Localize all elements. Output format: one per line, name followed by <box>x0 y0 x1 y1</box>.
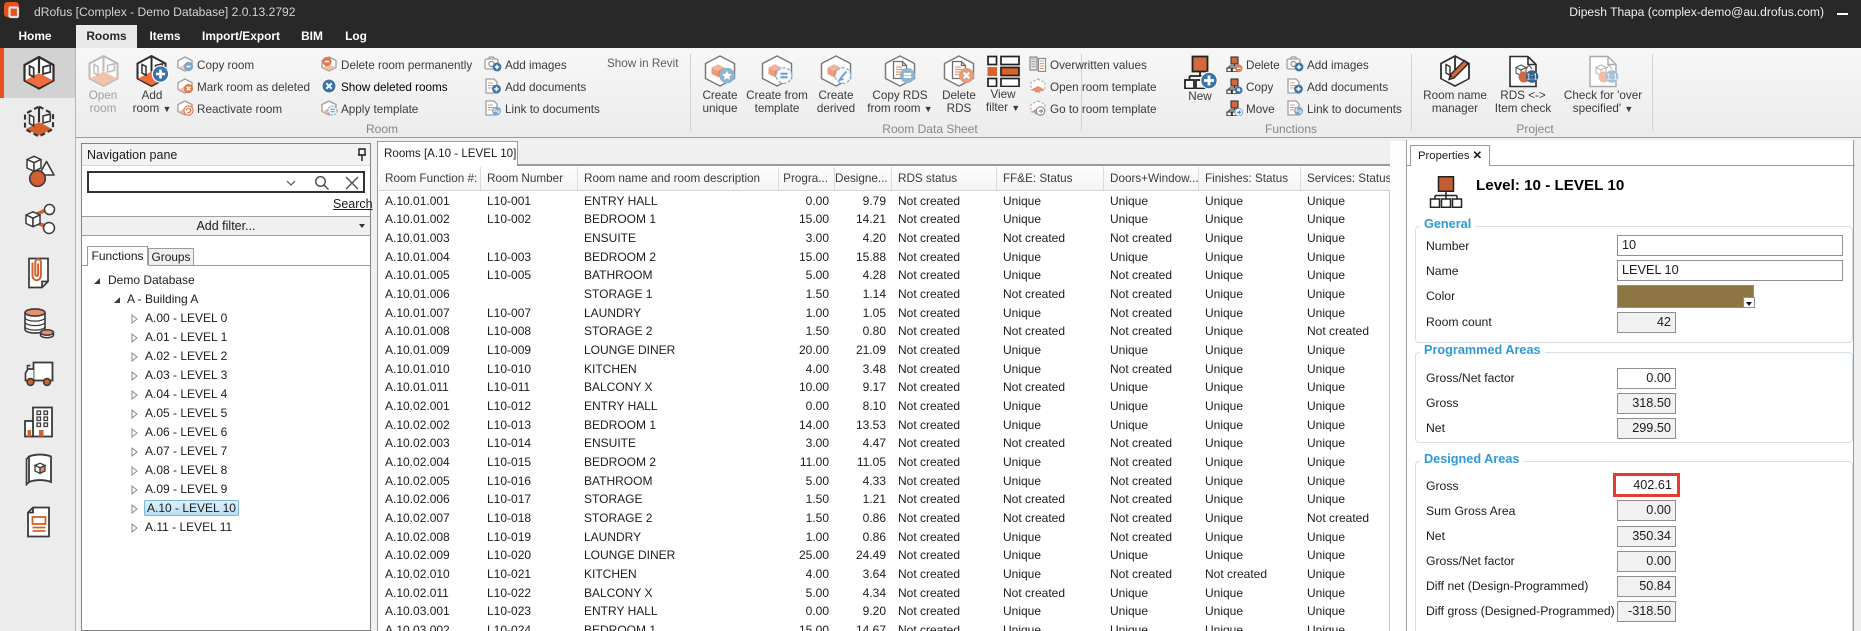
svg-text:1:1: 1:1 <box>1606 73 1618 82</box>
svg-text:1:1: 1:1 <box>1526 73 1538 82</box>
